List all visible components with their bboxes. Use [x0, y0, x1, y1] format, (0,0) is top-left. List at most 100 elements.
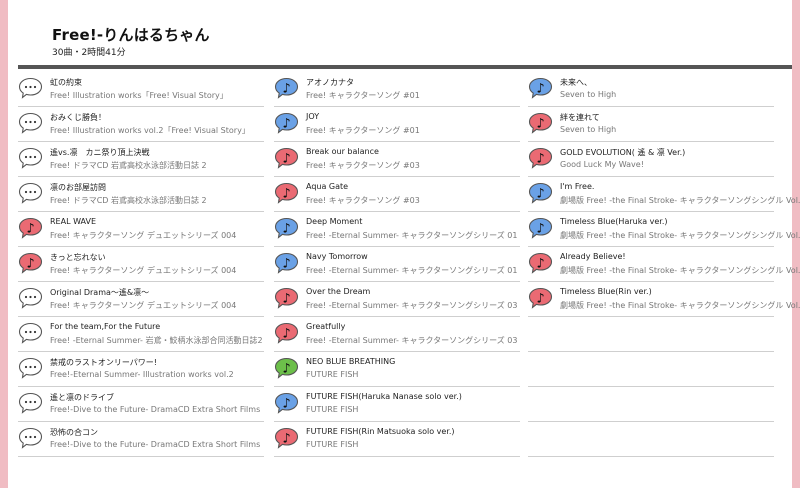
- track-album: Free! Illustration works「Free! Visual St…: [50, 91, 228, 100]
- music-note-icon: ♪: [18, 217, 43, 239]
- svg-text:♪: ♪: [282, 82, 290, 97]
- track-title: Aqua Gate: [306, 182, 349, 191]
- track-row[interactable]: ♪ Deep Moment Free! -Eternal Summer- キャラク…: [274, 212, 520, 247]
- music-note-icon: ♪: [528, 182, 553, 204]
- music-note-icon: ♪: [274, 392, 299, 414]
- track-row[interactable]: ♪ FUTURE FISH(Rin Matsuoka solo ver.) FUT…: [274, 422, 520, 457]
- playlist-title: Free!-りんはるちゃん: [52, 26, 210, 44]
- track-album: Free! -Eternal Summer- キャラクターソングシリーズ 03: [306, 301, 518, 310]
- track-album: Seven to High: [560, 125, 617, 134]
- track-row[interactable]: 虹の約束 Free! Illustration works「Free! Visua…: [18, 72, 264, 107]
- track-album: 劇場版 Free! -the Final Stroke- キャラクターソングシン…: [560, 231, 800, 240]
- track-row[interactable]: 凛のお部屋訪問 Free! ドラマCD 岩鳶高校水泳部活動日誌 2: [18, 177, 264, 212]
- track-row[interactable]: Original Drama～遙&凛～ Free! キャラクターソング デュエット…: [18, 282, 264, 317]
- playlist-summary: 30曲・2時間41分: [52, 48, 126, 58]
- track-row[interactable]: ♪ Greatfully Free! -Eternal Summer- キャラクタ…: [274, 317, 520, 352]
- music-note-icon: ♪: [274, 182, 299, 204]
- speech-bubble-icon: [18, 147, 43, 169]
- track-row[interactable]: ♪ JOY Free! キャラクターソング #01: [274, 107, 520, 142]
- track-title: 遙vs.凛 カニ祭り頂上決戦: [50, 148, 150, 157]
- track-row[interactable]: ♪ Aqua Gate Free! キャラクターソング #03: [274, 177, 520, 212]
- track-album: Free!-Dive to the Future- DramaCD Extra …: [50, 440, 261, 449]
- track-row[interactable]: ♪ アオノカナタ Free! キャラクターソング #01: [274, 72, 520, 107]
- track-album: 劇場版 Free! -the Final Stroke- キャラクターソングシン…: [560, 266, 800, 275]
- track-title: Break our balance: [306, 147, 379, 156]
- track-row[interactable]: ♪ Timeless Blue(Rin ver.) 劇場版 Free! -the …: [528, 282, 800, 317]
- speech-bubble-icon: [18, 182, 43, 204]
- music-note-icon: ♪: [274, 427, 299, 449]
- track-row[interactable]: For the team,For the Future Free! -Eterna…: [18, 317, 264, 352]
- track-album: Free! ドラマCD 岩鳶高校水泳部活動日誌 2: [50, 161, 207, 170]
- music-note-icon: ♪: [274, 217, 299, 239]
- track-row[interactable]: ♪ 絆を連れて Seven to High: [528, 107, 774, 142]
- track-title: Timeless Blue(Haruka ver.): [560, 217, 668, 226]
- track-album: Free! -Eternal Summer- キャラクターソングシリーズ 03: [306, 336, 518, 345]
- track-row[interactable]: ♪ Already Believe! 劇場版 Free! -the Final S…: [528, 247, 800, 282]
- speech-bubble-icon: [18, 287, 43, 309]
- track-row[interactable]: ♪ NEO BLUE BREATHING FUTURE FISH: [274, 352, 520, 387]
- music-note-icon: ♪: [274, 322, 299, 344]
- svg-text:♪: ♪: [536, 82, 544, 97]
- track-row[interactable]: ♪ I'm Free. 劇場版 Free! -the Final Stroke- …: [528, 177, 800, 212]
- track-title: 絆を連れて: [560, 113, 600, 122]
- track-title: Navy Tomorrow: [306, 252, 368, 261]
- track-title: 凛のお部屋訪問: [50, 183, 106, 192]
- track-row[interactable]: ♪ きっと忘れない Free! キャラクターソング デュエットシリーズ 004: [18, 247, 264, 282]
- empty-row: [528, 317, 774, 352]
- track-row[interactable]: 遙vs.凛 カニ祭り頂上決戦 Free! ドラマCD 岩鳶高校水泳部活動日誌 2: [18, 142, 264, 177]
- track-album: Seven to High: [560, 90, 617, 99]
- music-note-icon: ♪: [274, 77, 299, 99]
- music-note-icon: ♪: [528, 217, 553, 239]
- track-row[interactable]: ♪ Navy Tomorrow Free! -Eternal Summer- キャ…: [274, 247, 520, 282]
- track-album: 劇場版 Free! -the Final Stroke- キャラクターソングシン…: [560, 301, 800, 310]
- track-title: Deep Moment: [306, 217, 363, 226]
- track-row[interactable]: ♪ 未来へ、 Seven to High: [528, 72, 774, 107]
- empty-row: [528, 352, 774, 387]
- music-note-icon: ♪: [528, 147, 553, 169]
- track-album: Free! キャラクターソング #03: [306, 196, 420, 205]
- track-album: Free! Illustration works vol.2「Free! Vis…: [50, 126, 250, 135]
- track-album: Free! -Eternal Summer- キャラクターソングシリーズ 01: [306, 231, 518, 240]
- track-title: NEO BLUE BREATHING: [306, 357, 396, 366]
- track-title: GOLD EVOLUTION( 遙 & 凛 Ver.): [560, 148, 686, 157]
- track-title: Greatfully: [306, 322, 346, 331]
- speech-bubble-icon: [18, 392, 43, 414]
- track-album: FUTURE FISH: [306, 405, 359, 414]
- track-album: Free! キャラクターソング デュエットシリーズ 004: [50, 266, 237, 275]
- music-note-icon: ♪: [528, 77, 553, 99]
- track-column-3: ♪ 未来へ、 Seven to High ♪ 絆を連れて Seven to High…: [528, 72, 800, 457]
- music-note-icon: ♪: [18, 252, 43, 274]
- track-title: 恐怖の合コン: [50, 428, 98, 437]
- track-row[interactable]: ♪ Over the Dream Free! -Eternal Summer- キ…: [274, 282, 520, 317]
- empty-row: [528, 387, 774, 422]
- track-row[interactable]: ♪ GOLD EVOLUTION( 遙 & 凛 Ver.) Good Luck M…: [528, 142, 774, 177]
- track-row[interactable]: ♪ REAL WAVE Free! キャラクターソング デュエットシリーズ 004: [18, 212, 264, 247]
- track-album: Free! キャラクターソング #01: [306, 91, 420, 100]
- track-album: FUTURE FISH: [306, 370, 359, 379]
- track-title: アオノカナタ: [306, 78, 354, 87]
- speech-bubble-icon: [18, 427, 43, 449]
- track-title: 禁戒のラストオンリーパワー!: [50, 358, 157, 367]
- track-title: 虹の約束: [50, 78, 82, 87]
- track-row[interactable]: 恐怖の合コン Free!-Dive to the Future- DramaCD …: [18, 422, 264, 457]
- track-title: Over the Dream: [306, 287, 371, 296]
- track-row[interactable]: ♪ Break our balance Free! キャラクターソング #03: [274, 142, 520, 177]
- svg-text:♪: ♪: [282, 187, 290, 202]
- track-row[interactable]: ♪ Timeless Blue(Haruka ver.) 劇場版 Free! -t…: [528, 212, 800, 247]
- track-album: Free!-Eternal Summer- Illustration works…: [50, 370, 234, 379]
- track-row[interactable]: ♪ FUTURE FISH(Haruka Nanase solo ver.) FU…: [274, 387, 520, 422]
- music-note-icon: ♪: [274, 252, 299, 274]
- track-title: I'm Free.: [560, 182, 595, 191]
- music-note-icon: ♪: [274, 357, 299, 379]
- track-title: おみくじ勝負！: [50, 113, 106, 122]
- track-album: Free!-Dive to the Future- DramaCD Extra …: [50, 405, 261, 414]
- track-row[interactable]: 遙と凛のドライブ Free!-Dive to the Future- DramaC…: [18, 387, 264, 422]
- svg-text:♪: ♪: [26, 257, 34, 272]
- track-row[interactable]: おみくじ勝負！ Free! Illustration works vol.2「Fr…: [18, 107, 264, 142]
- svg-text:♪: ♪: [536, 257, 544, 272]
- track-row[interactable]: 禁戒のラストオンリーパワー! Free!-Eternal Summer- Illu…: [18, 352, 264, 387]
- track-album: Good Luck My Wave!: [560, 160, 644, 169]
- music-note-icon: ♪: [274, 147, 299, 169]
- track-album: Free! キャラクターソング デュエットシリーズ 004: [50, 301, 237, 310]
- track-album: Free! ドラマCD 岩鳶高校水泳部活動日誌 2: [50, 196, 207, 205]
